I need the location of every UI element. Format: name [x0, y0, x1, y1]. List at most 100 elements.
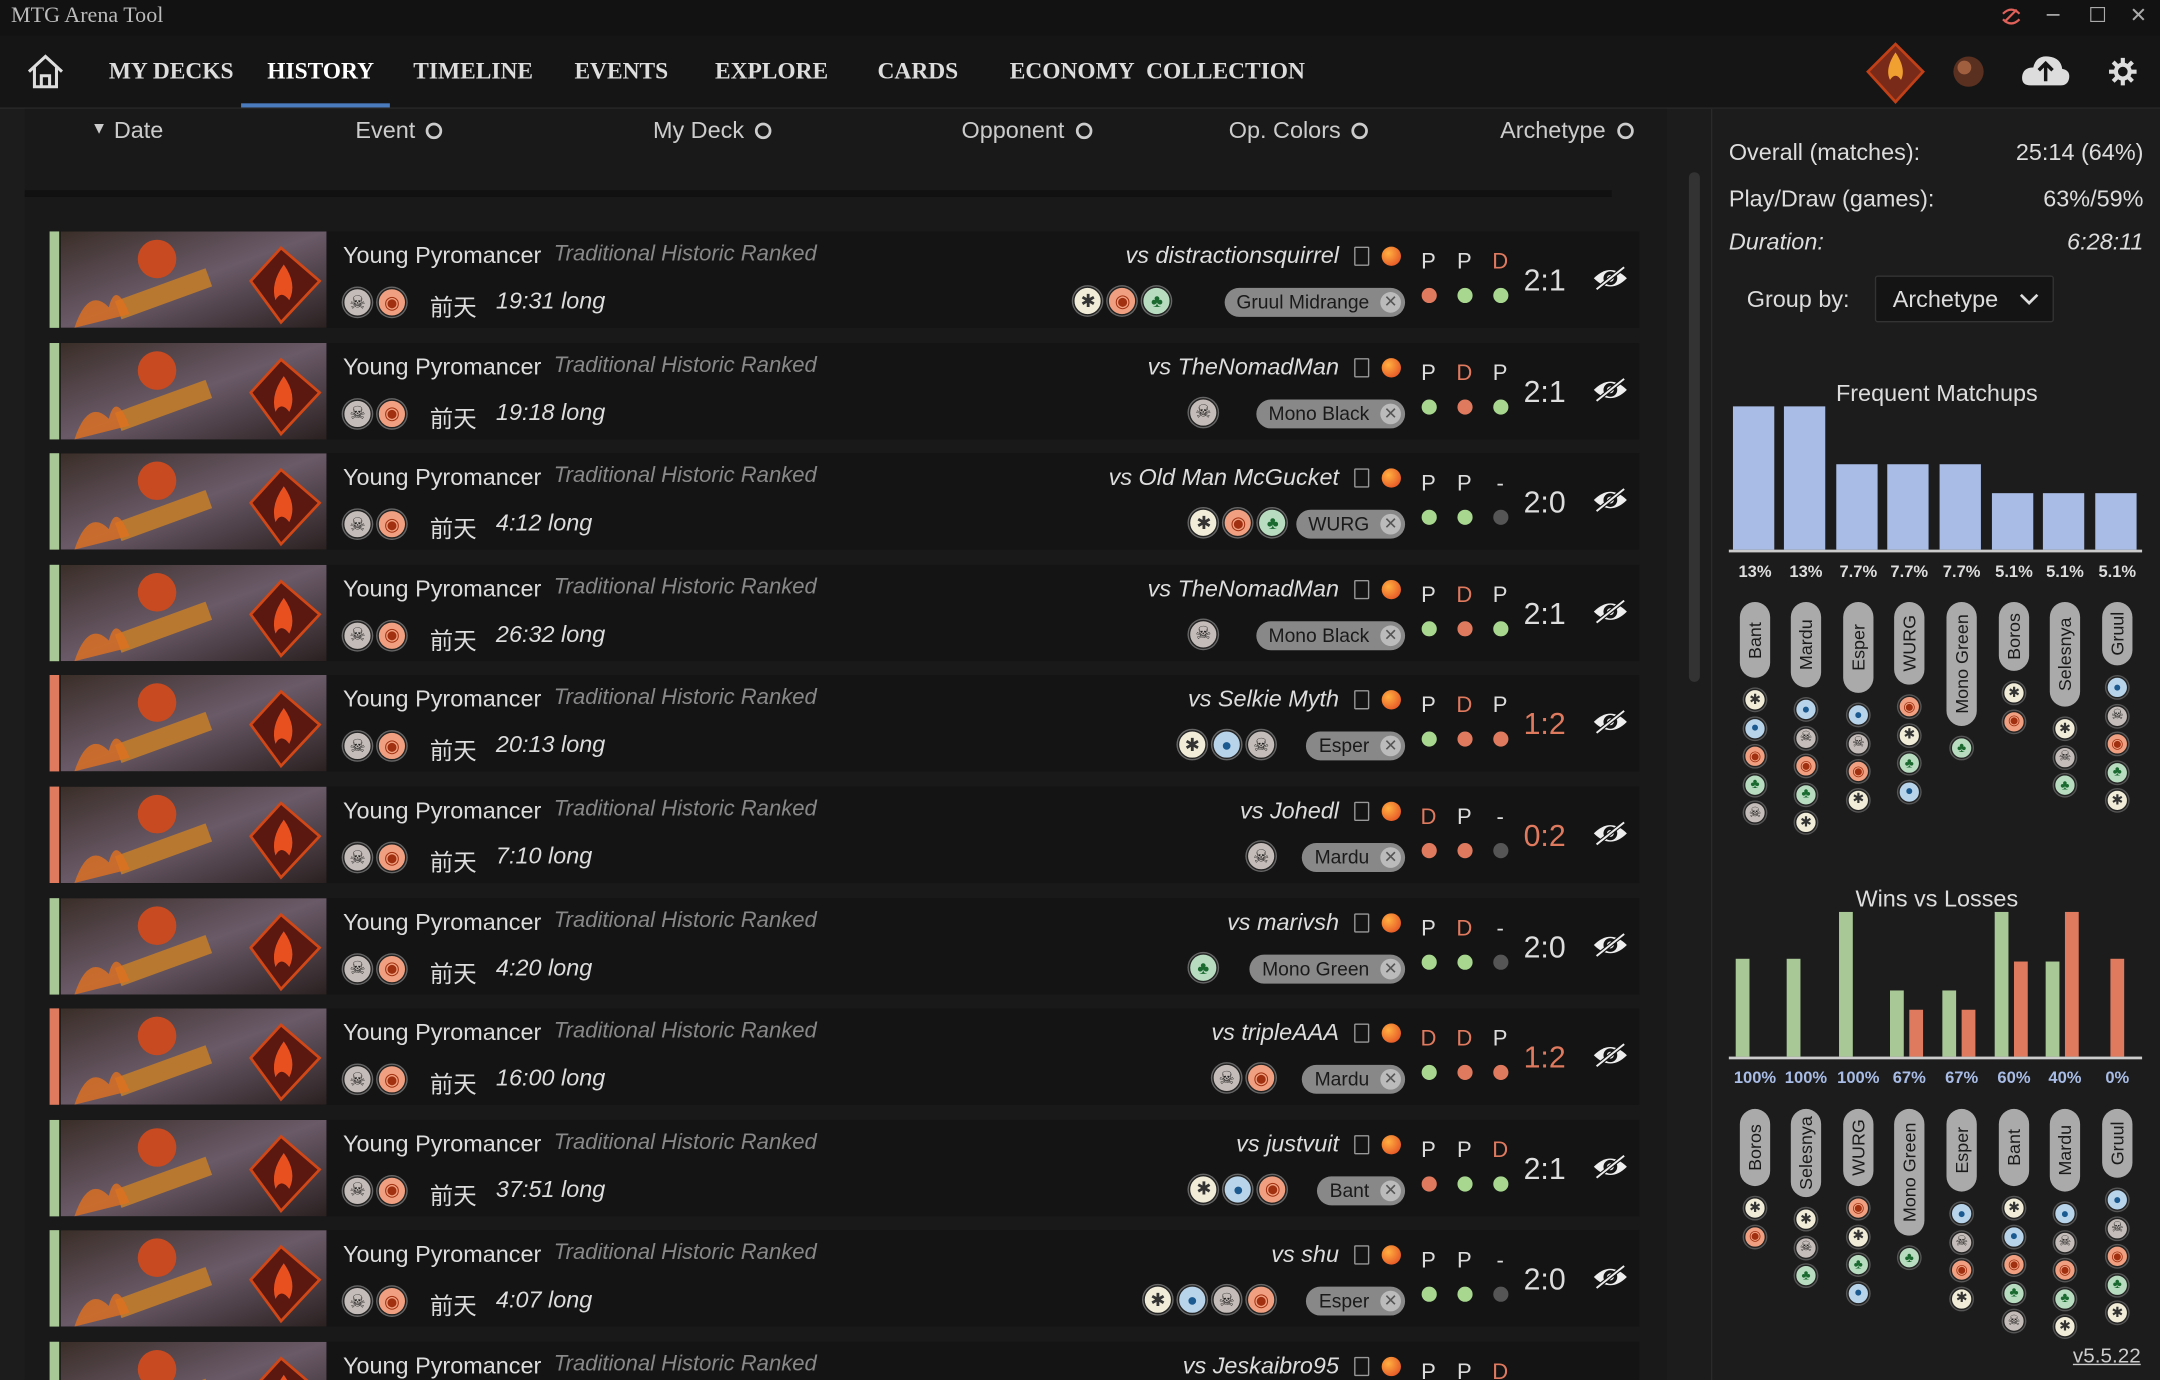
- cloud-upload-icon[interactable]: [2019, 51, 2071, 90]
- match-row[interactable]: Young Pyromancer Traditional Historic Ran…: [49, 675, 1640, 772]
- remove-tag-icon[interactable]: ✕: [1380, 958, 1401, 979]
- filter-gear-icon[interactable]: [426, 122, 443, 140]
- toggle-visibility-icon[interactable]: [1592, 376, 1628, 404]
- match-row[interactable]: Young Pyromancer Traditional Historic Ran…: [49, 1230, 1640, 1328]
- toggle-visibility-icon[interactable]: [1592, 1264, 1628, 1292]
- nav-explore[interactable]: EXPLORE: [715, 58, 828, 86]
- toggle-visibility-icon[interactable]: [1592, 487, 1628, 515]
- toggle-visibility-icon[interactable]: [1592, 1042, 1628, 1070]
- minimize-icon[interactable]: ─: [2047, 3, 2059, 28]
- remove-tag-icon[interactable]: ✕: [1380, 736, 1401, 757]
- toggle-visibility-icon[interactable]: [1592, 264, 1628, 292]
- decklist-icon[interactable]: [1354, 246, 1370, 266]
- decklist-icon[interactable]: [1354, 912, 1370, 933]
- remove-tag-icon[interactable]: ✕: [1380, 1069, 1401, 1090]
- decklist-icon[interactable]: [1354, 690, 1370, 710]
- match-row[interactable]: Young Pyromancer Traditional Historic Ran…: [49, 897, 1640, 995]
- match-row[interactable]: Young Pyromancer Traditional Historic Ran…: [49, 1341, 1640, 1380]
- archetype-pill[interactable]: Gruul: [2102, 601, 2133, 666]
- maximize-icon[interactable]: ☐: [2088, 3, 2107, 28]
- match-row[interactable]: Young Pyromancer Traditional Historic Ran…: [49, 786, 1640, 884]
- archetype-pill[interactable]: Mardu: [2049, 1108, 2081, 1192]
- remove-tag-icon[interactable]: ✕: [1380, 1291, 1401, 1312]
- archetype-pill[interactable]: Boros: [1998, 601, 2030, 671]
- settings-gear-icon[interactable]: [2108, 56, 2138, 86]
- archetype-pill[interactable]: WURG: [1843, 1108, 1874, 1187]
- archetype-tag[interactable]: Mono Black ✕: [1256, 398, 1406, 428]
- nav-my-decks[interactable]: MY DECKS: [109, 58, 234, 86]
- match-row[interactable]: Young Pyromancer Traditional Historic Ran…: [49, 564, 1640, 661]
- remove-tag-icon[interactable]: ✕: [1380, 292, 1401, 313]
- list-scrollbar[interactable]: [1688, 172, 1700, 682]
- filter-gear-icon[interactable]: [1075, 122, 1092, 140]
- archetype-tag[interactable]: Gruul Midrange ✕: [1223, 287, 1406, 317]
- home-icon[interactable]: [25, 52, 66, 91]
- avatar-orb-icon[interactable]: [1951, 54, 1987, 90]
- col-header-event[interactable]: Event: [355, 117, 443, 145]
- nav-events[interactable]: EVENTS: [574, 58, 668, 86]
- decklist-icon[interactable]: [1354, 1356, 1370, 1377]
- col-header-date[interactable]: ▼ Date: [91, 117, 163, 145]
- header-scrollbar[interactable]: [24, 190, 1612, 197]
- archetype-pill[interactable]: Esper: [1843, 601, 1874, 693]
- archetype-tag[interactable]: Mono Black ✕: [1256, 620, 1406, 650]
- filter-gear-icon[interactable]: [755, 122, 772, 140]
- decklist-icon[interactable]: [1354, 579, 1370, 599]
- match-row[interactable]: Young Pyromancer Traditional Historic Ran…: [49, 231, 1640, 328]
- nav-collection[interactable]: COLLECTION: [1146, 58, 1305, 86]
- archetype-pill[interactable]: Bant: [1739, 601, 1771, 678]
- match-row[interactable]: Young Pyromancer Traditional Historic Ran…: [49, 1008, 1640, 1106]
- match-row[interactable]: Young Pyromancer Traditional Historic Ran…: [49, 453, 1640, 550]
- archetype-pill[interactable]: Bant: [1998, 1108, 2030, 1187]
- archetype-pill[interactable]: Boros: [1739, 1108, 1771, 1187]
- match-row[interactable]: Young Pyromancer Traditional Historic Ran…: [49, 342, 1640, 439]
- archetype-tag[interactable]: Esper ✕: [1306, 732, 1406, 761]
- archetype-tag[interactable]: Mardu ✕: [1302, 843, 1406, 872]
- decklist-icon[interactable]: [1354, 1134, 1370, 1155]
- archetype-tag[interactable]: Mardu ✕: [1302, 1065, 1406, 1095]
- toggle-visibility-icon[interactable]: [1592, 931, 1628, 959]
- decklist-icon[interactable]: [1354, 357, 1370, 377]
- decklist-icon[interactable]: [1354, 468, 1370, 488]
- col-header-my-deck[interactable]: My Deck: [653, 117, 772, 145]
- toggle-visibility-icon[interactable]: [1592, 820, 1628, 848]
- rank-icon[interactable]: [1860, 39, 1932, 108]
- toggle-visibility-icon[interactable]: [1592, 598, 1628, 626]
- sync-off-icon[interactable]: [2000, 6, 2022, 28]
- archetype-tag[interactable]: Mono Green ✕: [1249, 954, 1406, 984]
- archetype-pill[interactable]: Selesnya: [1790, 1108, 1822, 1198]
- filter-gear-icon[interactable]: [1351, 122, 1369, 140]
- col-header-op-colors[interactable]: Op. Colors: [1229, 117, 1369, 145]
- col-header-archetype[interactable]: Archetype: [1500, 117, 1634, 145]
- remove-tag-icon[interactable]: ✕: [1380, 403, 1401, 424]
- col-header-opponent[interactable]: Opponent: [962, 117, 1092, 145]
- archetype-pill[interactable]: WURG: [1894, 601, 1925, 685]
- remove-tag-icon[interactable]: ✕: [1380, 514, 1401, 535]
- nav-history[interactable]: HISTORY: [267, 58, 374, 86]
- archetype-pill[interactable]: Mono Green: [1946, 601, 1977, 726]
- toggle-visibility-icon[interactable]: [1592, 1153, 1628, 1181]
- close-icon[interactable]: ✕: [2130, 3, 2147, 28]
- decklist-icon[interactable]: [1354, 801, 1370, 822]
- toggle-visibility-icon[interactable]: [1592, 709, 1628, 737]
- decklist-icon[interactable]: [1354, 1245, 1370, 1266]
- match-row[interactable]: Young Pyromancer Traditional Historic Ran…: [49, 1119, 1640, 1217]
- remove-tag-icon[interactable]: ✕: [1380, 1180, 1401, 1201]
- archetype-pill[interactable]: Esper: [1946, 1108, 1977, 1192]
- decklist-icon[interactable]: [1354, 1023, 1370, 1044]
- remove-tag-icon[interactable]: ✕: [1380, 847, 1401, 868]
- version-link[interactable]: v5.5.22: [2073, 1344, 2141, 1367]
- archetype-tag[interactable]: WURG ✕: [1295, 509, 1406, 539]
- archetype-pill[interactable]: Gruul: [2102, 1108, 2133, 1178]
- archetype-pill[interactable]: Mono Green: [1894, 1108, 1925, 1236]
- archetype-pill[interactable]: Mardu: [1790, 601, 1822, 688]
- group-by-select[interactable]: Archetype: [1874, 275, 2054, 323]
- nav-timeline[interactable]: TIMELINE: [413, 58, 533, 86]
- filter-gear-icon[interactable]: [1616, 122, 1634, 140]
- nav-economy[interactable]: ECONOMY: [1010, 58, 1135, 86]
- archetype-tag[interactable]: Esper ✕: [1306, 1287, 1406, 1317]
- remove-tag-icon[interactable]: ✕: [1380, 625, 1401, 646]
- archetype-tag[interactable]: Bant ✕: [1317, 1176, 1406, 1206]
- nav-cards[interactable]: CARDS: [877, 58, 958, 86]
- archetype-pill[interactable]: Selesnya: [2049, 601, 2081, 707]
